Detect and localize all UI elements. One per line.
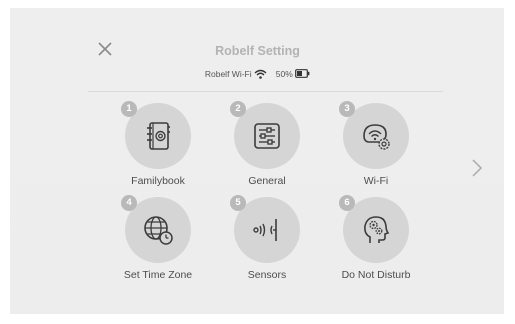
item-label: Familybook (131, 175, 185, 187)
address-book-icon (147, 122, 170, 150)
battery-icon (295, 69, 310, 79)
menu-item-do-not-disturb[interactable]: 6 Do Not Disturb (328, 195, 424, 287)
sliders-icon (254, 123, 280, 149)
menu-item-wifi[interactable]: 3 Wi-Fi (328, 101, 424, 193)
item-label: Sensors (247, 269, 287, 281)
sensor-waves-icon (253, 219, 277, 241)
item-number-badge: 2 (230, 101, 246, 117)
item-label: Do Not Disturb (341, 269, 411, 281)
item-number-badge: 3 (339, 101, 355, 117)
wifi-settings-icon (363, 124, 390, 150)
menu-item-general[interactable]: 2 General (219, 101, 315, 193)
globe-clock-icon (144, 216, 173, 245)
menu-item-familybook[interactable]: 1 Familybook (110, 101, 206, 193)
item-number-badge: 5 (230, 195, 246, 211)
page-title: Robelf Setting (215, 44, 300, 58)
chevron-right-icon[interactable] (471, 158, 483, 178)
wifi-icon (254, 69, 267, 79)
menu-item-set-time-zone[interactable]: 4 Set Time Zone (110, 195, 206, 287)
header-divider (88, 91, 443, 92)
head-gears-icon (364, 216, 390, 243)
item-number-badge: 6 (339, 195, 355, 211)
wifi-name: Robelf Wi-Fi (204, 68, 252, 79)
battery-level: 50% (275, 68, 293, 79)
item-label: General (248, 175, 286, 187)
item-label: Wi-Fi (363, 175, 389, 187)
item-label: Set Time Zone (123, 269, 193, 281)
menu-item-sensors[interactable]: 5 Sensors (219, 195, 315, 287)
item-number-badge: 4 (121, 195, 137, 211)
item-number-badge: 1 (121, 101, 137, 117)
status-bar: Robelf Wi-Fi 50% (0, 68, 515, 79)
